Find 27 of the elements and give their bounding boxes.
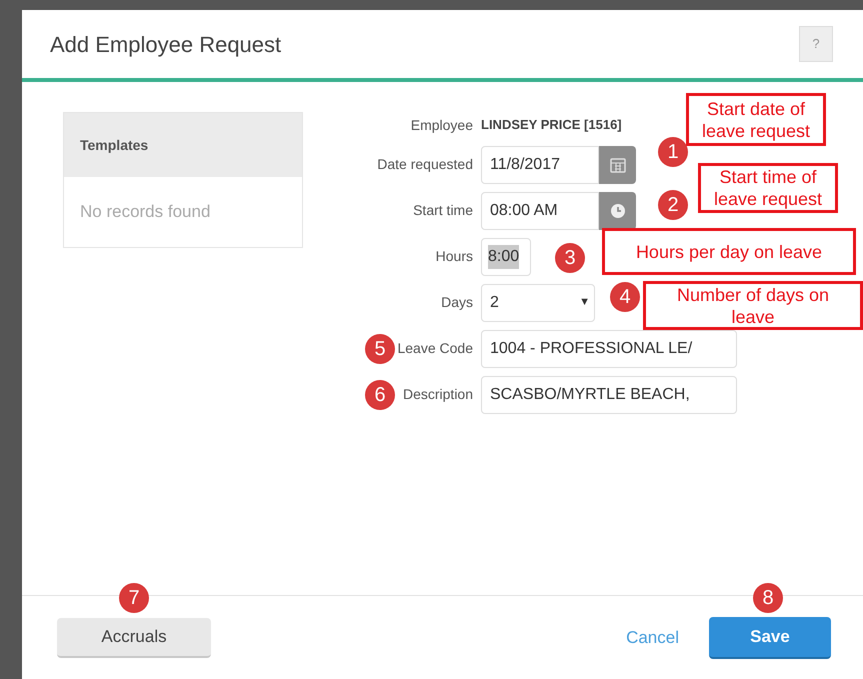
calendar-button[interactable] xyxy=(599,146,636,184)
calendar-icon xyxy=(608,156,626,174)
callout-note: Start date of leave request xyxy=(686,93,826,146)
clock-button[interactable] xyxy=(599,192,636,230)
templates-heading: Templates xyxy=(80,136,148,155)
empty-message: No records found xyxy=(80,201,210,224)
field-label: Start time xyxy=(413,201,473,220)
days-select[interactable]: 2 ▼ xyxy=(481,284,595,322)
time-field[interactable]: 08:00 AM xyxy=(481,192,599,230)
callout-note: Number of days on leave xyxy=(643,281,863,330)
field-label: Hours xyxy=(436,247,473,266)
description-field[interactable]: SCASBO/MYRTLE BEACH, xyxy=(481,376,737,414)
field-label: Date requested xyxy=(377,155,473,174)
field-label: Description xyxy=(402,385,473,404)
employee-name: LINDSEY PRICE [1516] xyxy=(481,116,622,134)
clock-icon xyxy=(608,202,626,220)
callout-note: Hours per day on leave xyxy=(602,228,856,275)
hours-field[interactable]: 8:00 xyxy=(481,238,531,276)
field-label: Employee xyxy=(410,116,473,135)
date-field[interactable]: 11/8/2017 xyxy=(481,146,599,184)
callout-note: Start time of leave request xyxy=(698,163,838,213)
accruals-button[interactable]: Accruals xyxy=(57,618,211,658)
field-label: Leave Code xyxy=(397,339,473,358)
hours-value: 8:00 xyxy=(488,244,520,268)
leave-code-field[interactable]: 1004 - PROFESSIONAL LE/ xyxy=(481,330,737,368)
field-label: Days xyxy=(441,293,473,312)
dialog-title: Add Employee Request xyxy=(50,30,282,59)
